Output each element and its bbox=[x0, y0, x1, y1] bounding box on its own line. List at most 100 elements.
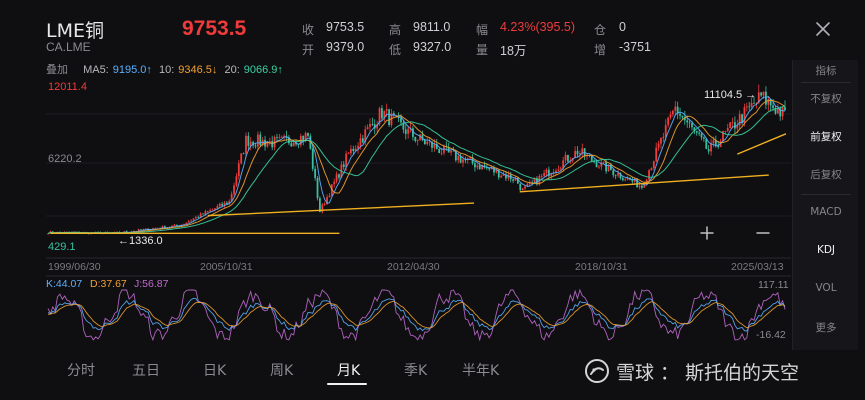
peak-annotation: 11104.5 → bbox=[704, 89, 756, 101]
tab-daily-k[interactable]: 日K bbox=[203, 360, 226, 380]
candle-body bbox=[197, 217, 200, 218]
price-mid-label: 6220.2 bbox=[48, 153, 82, 165]
candle-body bbox=[476, 165, 479, 168]
candle-body bbox=[595, 161, 598, 168]
candle-body bbox=[602, 161, 605, 163]
candle-body bbox=[760, 92, 763, 96]
tab-half-year-k[interactable]: 半年K bbox=[462, 360, 499, 380]
panel-divider bbox=[801, 194, 851, 195]
candle-body bbox=[388, 109, 390, 125]
candle-body bbox=[638, 185, 641, 188]
candle-body bbox=[359, 138, 362, 146]
volume-label: 量 bbox=[476, 43, 489, 57]
candle-body bbox=[705, 138, 708, 149]
ma5-value: 9195.0↑ bbox=[112, 64, 152, 76]
candle-body bbox=[259, 134, 262, 146]
candle-body bbox=[540, 175, 543, 177]
overlay-toggle[interactable]: 叠加 bbox=[46, 63, 68, 76]
ma5-line bbox=[47, 96, 786, 235]
ma10-label: 10: bbox=[158, 64, 175, 76]
candle-body bbox=[311, 148, 314, 169]
candle-body bbox=[671, 110, 674, 115]
ma5-label: MA5: bbox=[83, 64, 109, 76]
candle-body bbox=[438, 149, 441, 154]
candle-body bbox=[605, 161, 608, 172]
ma10-value: 9346.5↓ bbox=[178, 64, 218, 76]
tab-five-day[interactable]: 五日 bbox=[132, 360, 160, 380]
ma20-line bbox=[47, 105, 786, 235]
candle-body bbox=[407, 128, 410, 134]
candle-body bbox=[185, 222, 188, 224]
zoom-out-button[interactable] bbox=[754, 224, 772, 242]
candle-body bbox=[686, 120, 689, 123]
x-label-2012: 2012/04/30 bbox=[387, 261, 440, 273]
close-value: 9753.5 bbox=[326, 20, 365, 34]
support-trendline bbox=[737, 133, 787, 155]
candle-body bbox=[612, 170, 615, 176]
no-adjust-option[interactable]: 不复权 bbox=[793, 91, 859, 106]
candle-body bbox=[433, 144, 436, 148]
vol-option[interactable]: VOL bbox=[793, 282, 859, 294]
instrument-code: CA.LME bbox=[46, 40, 91, 54]
chart-grid bbox=[46, 113, 791, 277]
tab-quarterly-k[interactable]: 季K bbox=[404, 360, 427, 380]
candle-body bbox=[345, 153, 348, 167]
candle-body bbox=[700, 133, 703, 138]
candle-body bbox=[323, 204, 326, 205]
tab-monthly-k[interactable]: 月K bbox=[337, 360, 360, 380]
candle-body bbox=[712, 140, 715, 144]
indicator-button[interactable]: 指标 bbox=[793, 63, 859, 78]
candle-body bbox=[235, 176, 238, 186]
candle-body bbox=[302, 135, 305, 141]
kdj-d-line bbox=[47, 300, 786, 329]
candle-body bbox=[691, 123, 693, 128]
candle-body bbox=[543, 173, 546, 176]
candle-body bbox=[457, 156, 460, 161]
tab-timeshare[interactable]: 分时 bbox=[67, 360, 95, 380]
candle-body bbox=[624, 179, 627, 181]
candle-body bbox=[278, 137, 281, 139]
backward-adjust-option[interactable]: 后复权 bbox=[793, 167, 859, 182]
candle-body bbox=[423, 140, 426, 145]
candle-body bbox=[416, 139, 419, 141]
candle-body bbox=[564, 154, 567, 161]
candle-body bbox=[335, 174, 338, 182]
price-min-label: 429.1 bbox=[48, 241, 76, 253]
candle-body bbox=[192, 218, 195, 221]
candle-body bbox=[500, 175, 503, 178]
candle-body bbox=[242, 153, 245, 155]
tab-weekly-k[interactable]: 周K bbox=[270, 360, 293, 380]
candle-body bbox=[726, 127, 729, 131]
close-label: 收 bbox=[302, 23, 315, 37]
watermark-author: 斯托伯的天空 bbox=[685, 361, 800, 384]
candle-body bbox=[206, 211, 209, 212]
candle-body bbox=[707, 148, 710, 152]
candle-body bbox=[776, 108, 779, 114]
forward-adjust-option[interactable]: 前复权 bbox=[793, 129, 859, 144]
kline-chart[interactable]: 12011.4 6220.2 429.1 11104.5 → ←1336.0 1… bbox=[46, 78, 791, 378]
candle-body bbox=[254, 145, 257, 147]
candle-body bbox=[648, 170, 650, 180]
ma20-label: 20: bbox=[224, 64, 240, 76]
candle-body bbox=[450, 150, 452, 153]
candle-body bbox=[194, 217, 197, 219]
kdj-min-label: -16.42 bbox=[756, 329, 786, 341]
candlestick-series bbox=[47, 84, 786, 235]
candle-body bbox=[462, 159, 464, 163]
high-label: 高 bbox=[389, 23, 402, 37]
kdj-option[interactable]: KDJ bbox=[793, 244, 859, 256]
zoom-in-button[interactable] bbox=[698, 224, 716, 242]
candle-body bbox=[567, 154, 569, 162]
candle-body bbox=[662, 136, 665, 139]
more-indicators-option[interactable]: 更多 bbox=[793, 320, 859, 335]
kdj-k-label: K:44.07 bbox=[46, 278, 82, 290]
candle-body bbox=[369, 123, 371, 128]
candle-body bbox=[276, 137, 278, 138]
candle-body bbox=[292, 142, 295, 147]
macd-option[interactable]: MACD bbox=[793, 206, 859, 218]
chart-area[interactable]: 12011.4 6220.2 429.1 11104.5 → ←1336.0 1… bbox=[46, 78, 791, 378]
volume-value: 18万 bbox=[500, 44, 527, 58]
candle-body bbox=[731, 122, 734, 123]
candle-body bbox=[745, 106, 748, 108]
close-button[interactable] bbox=[812, 18, 834, 40]
